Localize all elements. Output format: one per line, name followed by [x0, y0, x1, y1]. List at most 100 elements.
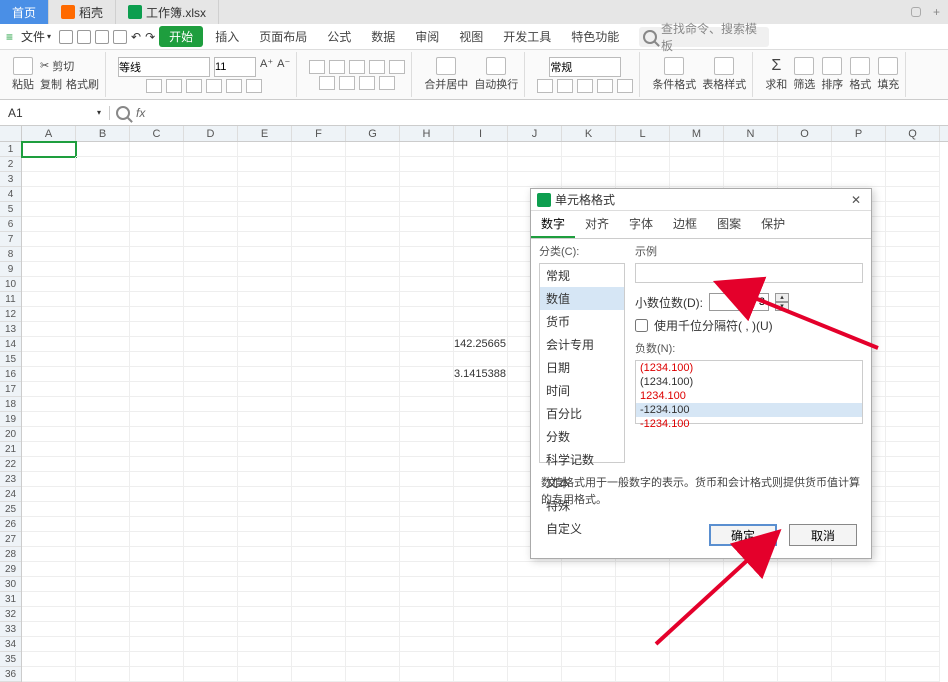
- indent-left-icon[interactable]: [369, 60, 385, 74]
- cell[interactable]: [292, 292, 346, 307]
- cell[interactable]: [454, 637, 508, 652]
- cell[interactable]: [454, 562, 508, 577]
- row-header[interactable]: 18: [0, 397, 21, 412]
- cell[interactable]: [292, 337, 346, 352]
- underline-icon[interactable]: [186, 79, 202, 93]
- category-list[interactable]: 常规数值货币会计专用日期时间百分比分数科学记数文本特殊自定义: [539, 263, 625, 463]
- cell[interactable]: [22, 262, 76, 277]
- cell[interactable]: [184, 667, 238, 682]
- cell[interactable]: [346, 667, 400, 682]
- cell[interactable]: [130, 262, 184, 277]
- cell[interactable]: [184, 367, 238, 382]
- menu-item[interactable]: 特色功能: [563, 26, 627, 47]
- row-header[interactable]: 23: [0, 472, 21, 487]
- cell[interactable]: [400, 307, 454, 322]
- cell[interactable]: [508, 172, 562, 187]
- cell[interactable]: [886, 457, 940, 472]
- cell[interactable]: [22, 592, 76, 607]
- cell[interactable]: [670, 142, 724, 157]
- cell[interactable]: [184, 307, 238, 322]
- cell[interactable]: [292, 247, 346, 262]
- cell[interactable]: [616, 607, 670, 622]
- cell[interactable]: [184, 232, 238, 247]
- row-header[interactable]: 36: [0, 667, 21, 682]
- cell[interactable]: [76, 652, 130, 667]
- row-header[interactable]: 4: [0, 187, 21, 202]
- cell[interactable]: [886, 532, 940, 547]
- cell[interactable]: [76, 592, 130, 607]
- cell[interactable]: [238, 607, 292, 622]
- cell[interactable]: [454, 442, 508, 457]
- cell[interactable]: [184, 622, 238, 637]
- cell[interactable]: [886, 487, 940, 502]
- cell[interactable]: [238, 382, 292, 397]
- search-icon[interactable]: [116, 106, 130, 120]
- row-header[interactable]: 20: [0, 427, 21, 442]
- row-header[interactable]: 14: [0, 337, 21, 352]
- cell[interactable]: [454, 262, 508, 277]
- cell[interactable]: [22, 142, 76, 157]
- cell[interactable]: [238, 502, 292, 517]
- cell[interactable]: [238, 142, 292, 157]
- fill-button[interactable]: 填充: [877, 57, 899, 92]
- cell[interactable]: [724, 622, 778, 637]
- cell[interactable]: [886, 667, 940, 682]
- column-header[interactable]: B: [76, 126, 130, 141]
- cell[interactable]: [130, 337, 184, 352]
- cell[interactable]: [130, 187, 184, 202]
- cell[interactable]: [670, 607, 724, 622]
- category-item[interactable]: 时间: [540, 379, 624, 402]
- cell[interactable]: [238, 367, 292, 382]
- cell[interactable]: [292, 667, 346, 682]
- cell[interactable]: [346, 412, 400, 427]
- cell[interactable]: [400, 232, 454, 247]
- cell[interactable]: [400, 367, 454, 382]
- cell[interactable]: [454, 172, 508, 187]
- cell[interactable]: [562, 157, 616, 172]
- cell[interactable]: [76, 277, 130, 292]
- cell[interactable]: [346, 577, 400, 592]
- add-tab-icon[interactable]: +: [933, 5, 940, 19]
- cell[interactable]: [886, 217, 940, 232]
- cell[interactable]: [76, 382, 130, 397]
- font-name-combo[interactable]: [118, 57, 210, 77]
- cell[interactable]: [886, 502, 940, 517]
- cell[interactable]: [22, 667, 76, 682]
- cell[interactable]: [184, 427, 238, 442]
- cell[interactable]: [886, 202, 940, 217]
- cell[interactable]: [292, 172, 346, 187]
- cell[interactable]: [22, 292, 76, 307]
- column-header[interactable]: J: [508, 126, 562, 141]
- cell[interactable]: [130, 427, 184, 442]
- cell[interactable]: [76, 472, 130, 487]
- cell[interactable]: [454, 487, 508, 502]
- row-header[interactable]: 24: [0, 487, 21, 502]
- cell[interactable]: [670, 592, 724, 607]
- cell[interactable]: [292, 577, 346, 592]
- cell[interactable]: [76, 307, 130, 322]
- cell[interactable]: [76, 157, 130, 172]
- cell[interactable]: [670, 157, 724, 172]
- cell[interactable]: [184, 607, 238, 622]
- cell[interactable]: [76, 397, 130, 412]
- cell[interactable]: [616, 622, 670, 637]
- cell[interactable]: [292, 607, 346, 622]
- cell[interactable]: [454, 517, 508, 532]
- cell[interactable]: [400, 352, 454, 367]
- cell[interactable]: [346, 187, 400, 202]
- cell[interactable]: [346, 517, 400, 532]
- menu-item[interactable]: 插入: [207, 26, 247, 47]
- cell[interactable]: [130, 547, 184, 562]
- cell[interactable]: [184, 532, 238, 547]
- cell[interactable]: [832, 622, 886, 637]
- currency-icon[interactable]: [537, 79, 553, 93]
- dialog-tab[interactable]: 保护: [751, 211, 795, 238]
- cell[interactable]: [76, 172, 130, 187]
- negative-option[interactable]: -1234.100: [636, 417, 862, 431]
- cell[interactable]: [562, 592, 616, 607]
- cell[interactable]: [454, 247, 508, 262]
- cell[interactable]: [454, 187, 508, 202]
- cell[interactable]: [130, 592, 184, 607]
- cell[interactable]: [184, 547, 238, 562]
- fx-icon[interactable]: fx: [136, 106, 145, 120]
